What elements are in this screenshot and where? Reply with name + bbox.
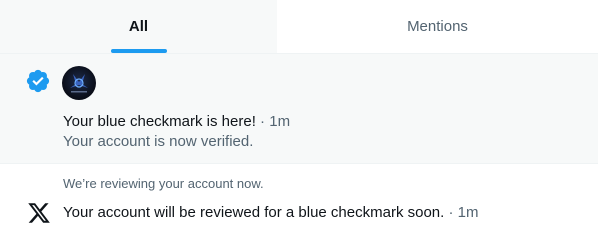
tab-all[interactable]: All: [0, 0, 277, 53]
avatar[interactable]: [62, 66, 96, 100]
notification-title: Your blue checkmark is here!: [63, 113, 256, 130]
notification-text-line: Your account will be reviewed for a blue…: [63, 203, 479, 223]
scrollbar[interactable]: [598, 0, 613, 242]
notification-text: Your account will be reviewed for a blue…: [63, 204, 445, 221]
active-tab-indicator: [111, 49, 167, 53]
tab-all-label: All: [128, 18, 149, 35]
notification-time: 1m: [457, 204, 479, 221]
notification-title-line: Your blue checkmark is here! · 1m: [63, 112, 290, 132]
tab-mentions-label: Mentions: [407, 18, 468, 35]
verified-badge-icon: [26, 69, 50, 93]
separator-dot: ·: [444, 204, 458, 221]
notification-time: 1m: [269, 113, 291, 130]
notification-tabs: All Mentions: [0, 0, 598, 54]
separator-dot: ·: [255, 113, 270, 130]
notification-review[interactable]: We’re reviewing your account now. Your a…: [0, 164, 598, 242]
notification-header: We’re reviewing your account now.: [63, 176, 264, 191]
notification-subtitle: Your account is now verified.: [63, 133, 254, 150]
notification-verified[interactable]: Your blue checkmark is here! · 1m Your a…: [0, 54, 598, 164]
tab-mentions[interactable]: Mentions: [277, 0, 598, 53]
x-logo-icon: [28, 203, 50, 223]
avatar-logo-icon: [70, 74, 88, 93]
